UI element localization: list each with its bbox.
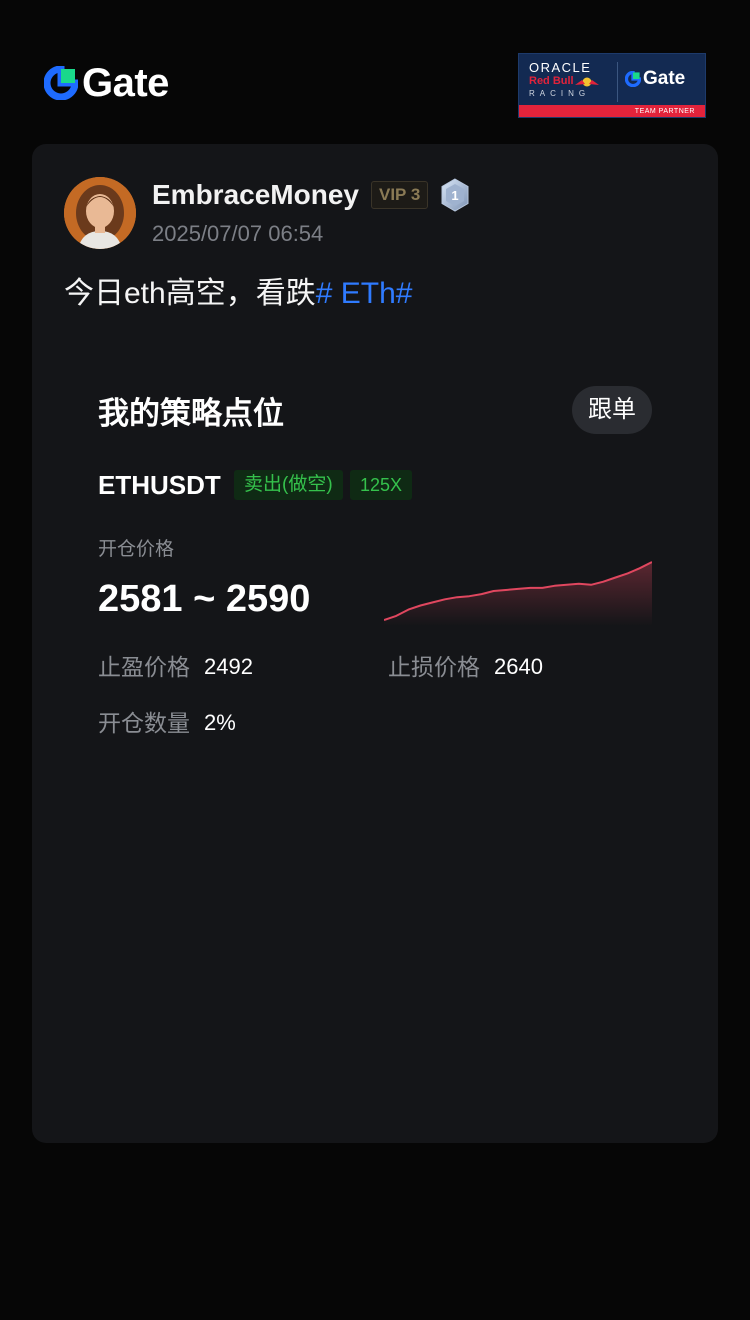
take-profit-value: 2492 xyxy=(204,654,253,679)
avatar-portrait xyxy=(64,177,136,249)
take-profit-label: 止盈价格 xyxy=(98,654,190,680)
gate-logo-icon xyxy=(625,71,641,87)
app-header: Gate ORACLE Red Bull RACING Gate TEAM PA… xyxy=(0,0,750,140)
leverage-badge: 125X xyxy=(350,470,413,500)
level-number: 1 xyxy=(451,188,458,203)
level-badge-icon: 1 xyxy=(441,178,469,212)
open-price-label: 开仓价格 xyxy=(98,539,175,560)
brand-name: Gate xyxy=(82,61,169,105)
gate-logo[interactable]: Gate xyxy=(44,62,169,104)
racing-wordmark: RACING xyxy=(529,89,591,98)
post-content: 今日eth高空，看跌# ETh# xyxy=(64,272,412,316)
open-quantity-label: 开仓数量 xyxy=(98,710,190,736)
team-partner-bar: TEAM PARTNER xyxy=(519,105,705,117)
open-quantity-value: 2% xyxy=(204,710,236,735)
stop-loss-value: 2640 xyxy=(494,654,543,679)
partner-gate-logo: Gate xyxy=(625,68,685,90)
price-sparkline xyxy=(384,561,652,626)
partner-divider xyxy=(617,62,618,102)
bull-icon xyxy=(574,77,599,86)
post-timestamp: 2025/07/07 06:54 xyxy=(152,221,324,246)
sparkline-area xyxy=(384,562,652,626)
username[interactable]: EmbraceMoney xyxy=(152,178,359,212)
open-price-range: 2581 ~ 2590 xyxy=(98,578,311,620)
copy-trade-button[interactable]: 跟单 xyxy=(572,386,652,434)
order-side-badge: 卖出(做空) xyxy=(234,470,343,500)
post-card: EmbraceMoney VIP 3 1 2025/07/07 06:54 今日… xyxy=(32,144,718,1143)
hashtag-link[interactable]: # ETh# xyxy=(316,277,413,310)
gate-logo-icon xyxy=(44,66,78,100)
stop-loss-label: 止损价格 xyxy=(388,654,480,680)
strategy-title: 我的策略点位 xyxy=(98,396,284,431)
post-body: 今日eth高空，看跌 xyxy=(64,277,316,310)
vip-badge: VIP 3 xyxy=(371,181,429,209)
trading-pair: ETHUSDT xyxy=(98,470,221,500)
oracle-wordmark: ORACLE xyxy=(529,60,592,75)
redbull-wordmark: Red Bull xyxy=(529,75,609,88)
avatar[interactable] xyxy=(64,177,136,249)
team-partner-banner: ORACLE Red Bull RACING Gate TEAM PARTNER xyxy=(518,53,706,118)
